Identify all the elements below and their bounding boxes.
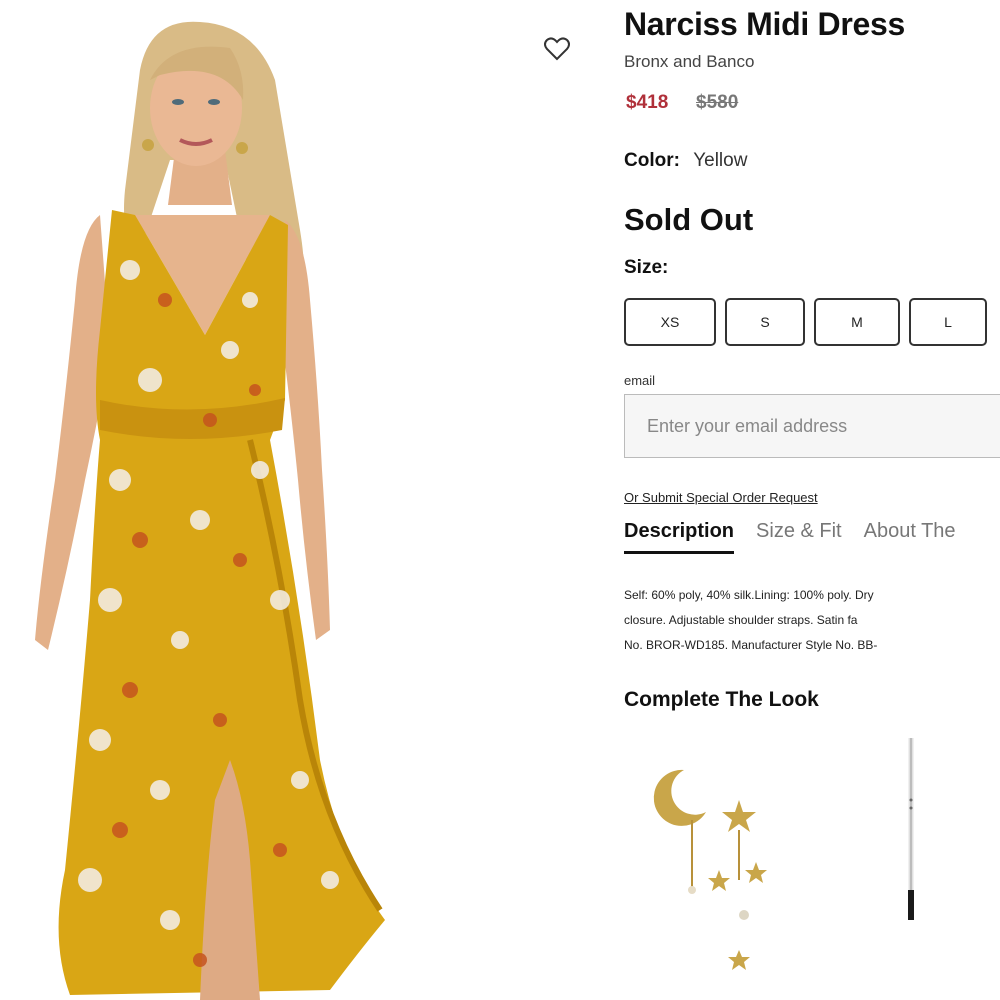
eyeliner-pencil-image[interactable] <box>900 730 922 930</box>
product-info-panel: Narciss Midi Dress Bronx and Banco $418 … <box>624 0 1000 1000</box>
email-input[interactable] <box>624 394 1000 458</box>
description-text: Self: 60% poly, 40% silk.Lining: 100% po… <box>624 583 1000 658</box>
description-line: Self: 60% poly, 40% silk.Lining: 100% po… <box>624 588 874 602</box>
description-line: closure. Adjustable shoulder straps. Sat… <box>624 613 858 627</box>
wishlist-button[interactable] <box>540 32 574 66</box>
size-selector: XS S M L <box>624 298 987 346</box>
sale-price: $418 <box>626 92 669 113</box>
tab-about[interactable]: About The <box>864 520 956 554</box>
size-option-l[interactable]: L <box>909 298 987 346</box>
moon-star-earrings-image[interactable] <box>644 750 804 980</box>
product-photo[interactable] <box>0 0 600 1000</box>
size-option-xs[interactable]: XS <box>624 298 716 346</box>
brand-name[interactable]: Bronx and Banco <box>624 52 754 72</box>
complete-the-look-title: Complete The Look <box>624 688 819 711</box>
size-label: Size: <box>624 257 669 278</box>
special-order-link[interactable]: Or Submit Special Order Request <box>624 490 818 505</box>
tab-description[interactable]: Description <box>624 520 735 554</box>
availability-status: Sold Out <box>624 202 754 237</box>
heart-icon <box>544 37 570 61</box>
original-price: $580 <box>696 92 739 113</box>
description-line: No. BROR-WD185. Manufacturer Style No. B… <box>624 638 878 652</box>
size-option-m[interactable]: M <box>814 298 900 346</box>
product-image-area <box>0 0 600 1000</box>
color-label: Color: <box>624 150 680 171</box>
tab-size-fit[interactable]: Size & Fit <box>756 520 842 554</box>
email-label: email <box>624 373 656 388</box>
product-title: Narciss Midi Dress <box>624 6 905 42</box>
product-tabs: Description Size & Fit About The <box>624 520 978 554</box>
color-row: Color: Yellow <box>624 150 747 172</box>
size-option-s[interactable]: S <box>725 298 805 346</box>
color-value: Yellow <box>693 150 748 171</box>
